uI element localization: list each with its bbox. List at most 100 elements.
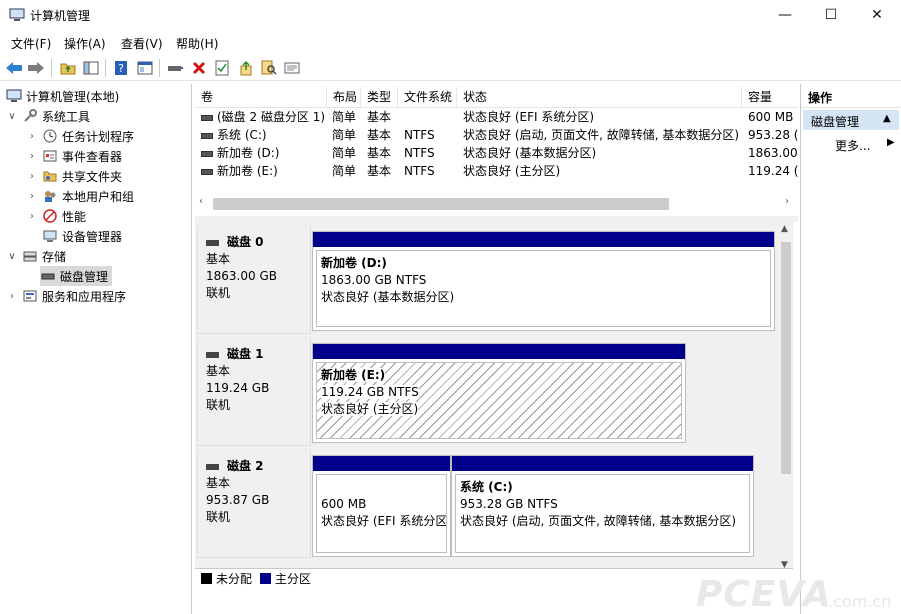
tree-item-label: 本地用户和组 [62,189,135,204]
window-title: 计算机管理 [30,9,91,23]
column-header-filesystem[interactable]: 文件系统 [398,87,457,108]
view-icon[interactable] [282,58,302,78]
partition-title [321,479,446,496]
tree-item-system-tools[interactable]: ∨ 系统工具 [6,106,90,126]
storage-icon [22,248,38,264]
collapse-up-icon[interactable]: ▲ [883,113,891,124]
tree-item-label: 事件查看器 [62,149,123,164]
show-hide-tree-icon[interactable] [81,58,101,78]
tree-item-storage[interactable]: ∨ 存储 [6,246,66,266]
column-header-capacity[interactable]: 容量 [742,87,798,108]
disk-2-label[interactable]: 磁盘 2 基本 953.87 GB 联机 [197,450,311,558]
volume-type: 基本 [367,146,392,160]
chevron-right-icon[interactable]: › [26,131,38,142]
primary-partition-bar [313,456,450,471]
scroll-left-icon[interactable]: ‹ [199,196,203,207]
scroll-right-icon[interactable]: › [785,196,789,207]
export-icon[interactable] [236,58,256,78]
vertical-scrollbar[interactable]: ▲ ▼ [778,222,793,588]
device-manager-icon [42,228,58,244]
partition-c[interactable]: 系统 (C:) 953.28 GB NTFS 状态良好 (启动, 页面文件, 故… [451,455,754,557]
chevron-down-icon[interactable]: ∨ [6,251,18,262]
disk-type: 基本 [206,476,231,490]
disk-1-label[interactable]: 磁盘 1 基本 119.24 GB 联机 [197,338,311,446]
scroll-up-icon[interactable]: ▲ [781,224,788,234]
menu-action[interactable]: 操作(A) [64,35,106,52]
volume-row[interactable]: (磁盘 2 磁盘分区 1) 简单 基本 状态良好 (EFI 系统分区) 600 … [195,108,798,126]
toolbar-separator [51,59,52,77]
volume-row[interactable]: 新加卷 (D:) 简单 基本 NTFS 状态良好 (基本数据分区) 1863.0… [195,144,798,162]
tree-item-device-manager[interactable]: 设备管理器 [42,226,122,246]
menu-view[interactable]: 查看(V) [121,35,163,52]
disk-size: 1863.00 GB [206,269,277,283]
volume-layout: 简单 [332,128,357,142]
tree-item-local-users[interactable]: › 本地用户和组 [26,186,134,206]
minimize-button[interactable]: — [762,0,808,30]
primary-partition-bar [452,456,753,471]
column-header-type[interactable]: 类型 [361,87,398,108]
partition-efi[interactable]: 600 MB 状态良好 (EFI 系统分区 [312,455,451,557]
disk-type: 基本 [206,252,231,266]
tree-item-performance[interactable]: › 性能 [26,206,86,226]
checklist-icon[interactable] [212,58,232,78]
scrollbar-thumb[interactable] [781,242,791,474]
tree-item-label: 性能 [62,209,87,224]
column-header-layout[interactable]: 布局 [327,87,361,108]
forward-arrow-icon[interactable] [26,58,46,78]
shared-folder-icon [42,168,58,184]
column-header-volume[interactable]: 卷 [195,87,327,108]
clock-icon [42,128,58,144]
toolbar-separator [159,59,160,77]
horizontal-scrollbar[interactable]: ‹ › [195,194,798,212]
scrollbar-thumb[interactable] [213,198,669,210]
graphical-disk-view: 磁盘 0 基本 1863.00 GB 联机 新加卷 (D:) 1863.00 G… [195,222,793,588]
connect-disk-icon[interactable] [165,58,185,78]
volume-row[interactable]: 系统 (C:) 简单 基本 NTFS 状态良好 (启动, 页面文件, 故障转储,… [195,126,798,144]
disk-state: 联机 [206,510,231,524]
partition-e[interactable]: 新加卷 (E:) 119.24 GB NTFS 状态良好 (主分区) [312,343,686,443]
column-header-status[interactable]: 状态 [457,87,742,108]
properties-icon[interactable] [135,58,155,78]
chevron-down-icon[interactable]: ∨ [6,111,18,122]
tree-item-shared-folders[interactable]: › 共享文件夹 [26,166,122,186]
partition-size: 1863.00 GB NTFS [321,273,427,287]
menu-file[interactable]: 文件(F) [11,35,51,52]
close-button[interactable]: ✕ [854,0,900,30]
chevron-right-icon[interactable]: › [26,191,38,202]
partition-d[interactable]: 新加卷 (D:) 1863.00 GB NTFS 状态良好 (基本数据分区) [312,231,775,331]
tree-item-computer-management[interactable]: 计算机管理(本地) [6,86,119,106]
chevron-right-icon[interactable]: › [6,291,18,302]
delete-icon[interactable] [189,58,209,78]
tree-item-disk-management[interactable]: 磁盘管理 [40,266,113,286]
chevron-right-icon[interactable]: › [26,211,38,222]
volume-fs: NTFS [404,146,435,160]
action-disk-management[interactable]: 磁盘管理 ▲ [803,110,899,130]
tree-item-label: 服务和应用程序 [42,289,127,304]
chevron-right-icon[interactable]: › [26,171,38,182]
maximize-button[interactable]: ☐ [808,0,854,30]
volume-layout: 简单 [332,110,357,124]
tree-item-event-viewer[interactable]: › 事件查看器 [26,146,122,166]
menu-help[interactable]: 帮助(H) [176,35,218,52]
chevron-right-icon[interactable]: › [26,151,38,162]
tree-item-label: 计算机管理(本地) [26,89,120,104]
tree-item-label: 存储 [42,249,67,264]
volume-type: 基本 [367,128,392,142]
watermark-logo: PCEVA [696,574,832,614]
disk-0-label[interactable]: 磁盘 0 基本 1863.00 GB 联机 [197,226,311,334]
action-more[interactable]: 更多... ▶ [803,134,899,154]
disk-name: 磁盘 0 [227,235,264,249]
back-arrow-icon[interactable] [4,58,24,78]
up-folder-icon[interactable] [58,58,78,78]
search-icon[interactable] [259,58,279,78]
volume-name: 新加卷 (D:) [217,146,280,160]
tree-item-services-apps[interactable]: › 服务和应用程序 [6,286,126,306]
unallocated-swatch [201,573,212,584]
volume-fs: NTFS [404,128,435,142]
volume-fs: NTFS [404,164,435,178]
tree-item-label: 任务计划程序 [62,129,135,144]
svg-text:?: ? [118,62,124,75]
help-icon[interactable]: ? [111,58,131,78]
tree-item-task-scheduler[interactable]: › 任务计划程序 [26,126,134,146]
volume-row[interactable]: 新加卷 (E:) 简单 基本 NTFS 状态良好 (主分区) 119.24 ( [195,162,798,180]
